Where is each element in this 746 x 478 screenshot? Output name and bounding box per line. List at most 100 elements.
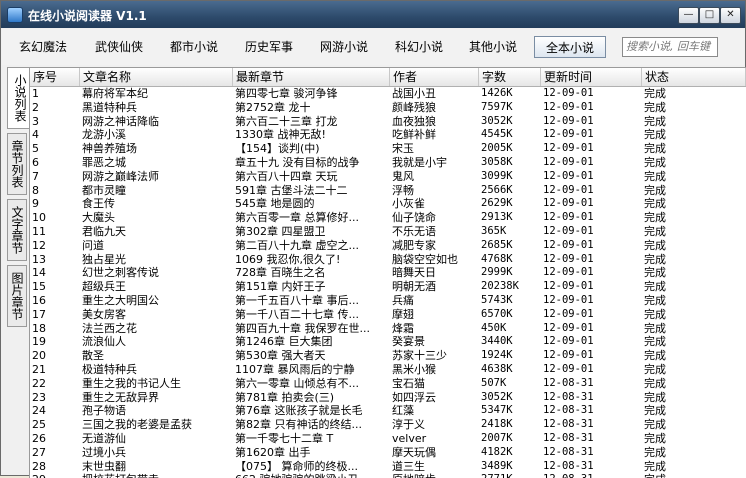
cell-latest-chapter: 第1246章 巨大集团	[235, 335, 333, 349]
cell-status: 完成	[644, 321, 666, 335]
cell-index: 23	[32, 390, 46, 404]
cell-status: 完成	[644, 238, 666, 252]
cell-word-count: 1924K	[481, 349, 513, 362]
table-row[interactable]: 15 超级兵王 第151章 内奸王子 明朝无酒 20238K 12-09-01 完成	[30, 280, 746, 294]
cell-title: 黑道特种兵	[82, 100, 137, 114]
cell-title: 神兽养殖场	[82, 142, 137, 156]
cell-latest-chapter: 第2752章 龙十	[235, 100, 311, 114]
cell-author: 如四浮云	[392, 390, 436, 404]
table-row[interactable]: 3 网游之神话降临 第六百二十三章 打龙 血夜独狼 3052K 12-09-01 完成	[30, 115, 746, 129]
header-word-count[interactable]: 字数	[479, 68, 541, 86]
cell-update-time: 12-09-01	[543, 87, 594, 99]
cell-word-count: 6570K	[481, 307, 513, 320]
search-input[interactable]: 搜索小说, 回车键	[622, 37, 718, 57]
cell-index: 24	[32, 404, 46, 418]
cell-latest-chapter: 第一千八百二十七章 传...	[235, 307, 359, 321]
table-row[interactable]: 26 无道游仙 第一千零七十二章 T velver 2007K 12-08-31 完成	[30, 432, 746, 446]
cell-word-count: 1426K	[481, 87, 513, 99]
nav-qita-button[interactable]: 其他小说	[461, 36, 525, 58]
table-row[interactable]: 21 极道特种兵 1107章 暴风雨后的宁静 黑米小猴 4638K 12-09-01 完成	[30, 363, 746, 377]
nav-dushi-button[interactable]: 都市小说	[162, 36, 226, 58]
cell-index: 6	[32, 156, 39, 169]
nav-kehuan-button[interactable]: 科幻小说	[387, 36, 451, 58]
cell-update-time: 12-09-01	[543, 169, 594, 182]
cell-title: 重生之无敌异界	[82, 390, 159, 404]
table-row[interactable]: 2 黑道特种兵 第2752章 龙十 颜峰残狼 7597K 12-09-01 完成	[30, 101, 746, 115]
table-row[interactable]: 4 龙游小溪 1330章 战神无敌! 吃鲜补鲜 4545K 12-09-01 完成	[30, 128, 746, 142]
header-title[interactable]: 文章名称	[80, 68, 233, 86]
cell-status: 完成	[644, 445, 666, 459]
cell-author: 宋玉	[392, 142, 414, 156]
cell-index: 22	[32, 376, 46, 390]
table-row[interactable]: 14 幻世之刺客传说 728章 百晓生之名 暗舞天日 2999K 12-09-01 完成	[30, 266, 746, 280]
table-row[interactable]: 19 流浪仙人 第1246章 巨大集团 癸宴景 3440K 12-09-01 完成	[30, 335, 746, 349]
nav-xuanhuan-button[interactable]: 玄幻魔法	[11, 36, 75, 58]
table-row[interactable]: 23 重生之无敌异界 第781章 拍卖会(三) 如四浮云 3052K 12-08-31 完成	[30, 391, 746, 405]
cell-status: 完成	[644, 432, 666, 445]
cell-latest-chapter: 1107章 暴风雨后的宁静	[235, 363, 355, 376]
cell-update-time: 12-09-01	[543, 252, 594, 265]
nav-wuxia-button[interactable]: 武侠仙侠	[87, 36, 151, 58]
cell-author: velver	[392, 432, 427, 445]
title-bar[interactable]: 在线小说阅读器 V1.1 — □ ✕	[1, 1, 745, 28]
table-header: 序号 文章名称 最新章节 作者 字数 更新时间 状态	[30, 68, 746, 87]
cell-author: 烽霜	[392, 321, 414, 335]
header-index[interactable]: 序号	[30, 68, 80, 86]
cell-latest-chapter: 1069 我忍你,很久了!	[235, 252, 341, 266]
table-row[interactable]: 11 君临九天 第302章 四星盟卫 不乐无语 365K 12-09-01 完成	[30, 225, 746, 239]
cell-status: 完成	[644, 87, 666, 100]
cell-latest-chapter: 第302章 四星盟卫	[235, 225, 326, 238]
cell-latest-chapter: 第一千五百八十章 事后...	[235, 294, 359, 307]
cell-author: 血夜独狼	[392, 114, 436, 128]
table-row[interactable]: 27 过境小兵 第1620章 出手 摩天玩偶 4182K 12-08-31 完成	[30, 446, 746, 460]
cell-update-time: 12-09-01	[543, 128, 594, 141]
close-button[interactable]: ✕	[720, 7, 741, 24]
table-row[interactable]: 13 独占星光 1069 我忍你,很久了! 脑袋空空如也 4768K 12-09-01 完成	[30, 253, 746, 267]
cell-word-count: 2418K	[481, 418, 513, 431]
tab-image-chapter[interactable]: 图片章节	[7, 265, 27, 327]
table-row[interactable]: 25 三国之我的老婆是孟获 第82章 只有神话的终结... 淳于义 2418K 12-08…	[30, 418, 746, 432]
window-title: 在线小说阅读器 V1.1	[28, 9, 147, 23]
tab-text-chapter[interactable]: 文字章节	[7, 199, 27, 261]
cell-author: 癸宴景	[392, 335, 425, 349]
nav-wangyou-button[interactable]: 网游小说	[312, 36, 376, 58]
header-status[interactable]: 状态	[642, 68, 746, 86]
table-row[interactable]: 17 美女房客 第一千八百二十七章 传... 摩翅 6570K 12-09-01 完成	[30, 308, 746, 322]
table-row[interactable]: 22 重生之我的书记人生 第六一零章 山倾总有不... 宝石猫 507K 12-08-31…	[30, 377, 746, 391]
table-row[interactable]: 16 重生之大明国公 第一千五百八十章 事后... 兵痛 5743K 12-09-01 完成	[30, 294, 746, 308]
cell-title: 超级兵王	[82, 280, 126, 294]
table-row[interactable]: 10 大魔头 第六百零一章 总算修好... 仙子饶命 2913K 12-09-01 完成	[30, 211, 746, 225]
table-row[interactable]: 1 幕府将军本纪 第四零七章 骏河争锋 战国小丑 1426K 12-09-01 完成	[30, 87, 746, 101]
cell-update-time: 12-08-31	[543, 404, 594, 417]
table-row[interactable]: 18 法兰西之花 第四百九十章 我保罗在世... 烽霜 450K 12-09-01 完成	[30, 322, 746, 336]
table-row[interactable]: 12 问道 第二百八十九章 虚空之... 减肥专家 2685K 12-09-01 完成	[30, 239, 746, 253]
minimize-button[interactable]: —	[678, 7, 699, 24]
cell-latest-chapter: 第二百八十九章 虚空之...	[235, 238, 359, 252]
cell-status: 完成	[644, 114, 666, 128]
maximize-button[interactable]: □	[699, 7, 720, 24]
nav-quanben-button[interactable]: 全本小说	[534, 36, 606, 58]
cell-status: 完成	[644, 307, 666, 321]
tab-novel-list[interactable]: 小说列表	[7, 67, 29, 129]
table-row[interactable]: 20 散圣 第530章 强大者天 苏家十三少 1924K 12-09-01 完成	[30, 349, 746, 363]
nav-lishi-button[interactable]: 历史军事	[237, 36, 301, 58]
table-row[interactable]: 6 罪恶之城 章五十九 没有目标的战争 我就是小宇 3058K 12-09-01 完成	[30, 156, 746, 170]
table-row[interactable]: 7 网游之巅峰法师 第六百八十四章 天玩 鬼风 3099K 12-09-01 完成	[30, 170, 746, 184]
header-author[interactable]: 作者	[390, 68, 479, 86]
cell-status: 完成	[644, 349, 666, 363]
app-book-icon	[7, 7, 23, 23]
table-row[interactable]: 5 神兽养殖场 【154】谈判(中) 宋玉 2005K 12-09-01 完成	[30, 142, 746, 156]
cell-author: 兵痛	[392, 294, 414, 307]
table-row[interactable]: 28 末世虫翻 【075】 算命师的终极... 道三生 3489K 12-08-31 完成	[30, 460, 746, 474]
cell-status: 完成	[644, 183, 666, 197]
table-row[interactable]: 24 孢子物语 第76章 这账孩子就是长毛 红藻 5347K 12-08-31 完成	[30, 404, 746, 418]
cell-author: 明朝无酒	[392, 280, 436, 294]
cell-latest-chapter: 1330章 战神无敌!	[235, 128, 326, 142]
cell-update-time: 12-08-31	[543, 418, 594, 431]
header-update-time[interactable]: 更新时间	[541, 68, 642, 86]
header-latest-chapter[interactable]: 最新章节	[233, 68, 390, 86]
table-row[interactable]: 8 都市灵瞳 591章 古堡斗法二十二 浮畅 2566K 12-09-01 完成	[30, 184, 746, 198]
tab-chapter-list[interactable]: 章节列表	[7, 133, 27, 195]
cell-title: 美女房客	[82, 307, 126, 321]
table-row[interactable]: 9 食王传 545章 地是圆的 小灰雀 2629K 12-09-01 完成	[30, 197, 746, 211]
